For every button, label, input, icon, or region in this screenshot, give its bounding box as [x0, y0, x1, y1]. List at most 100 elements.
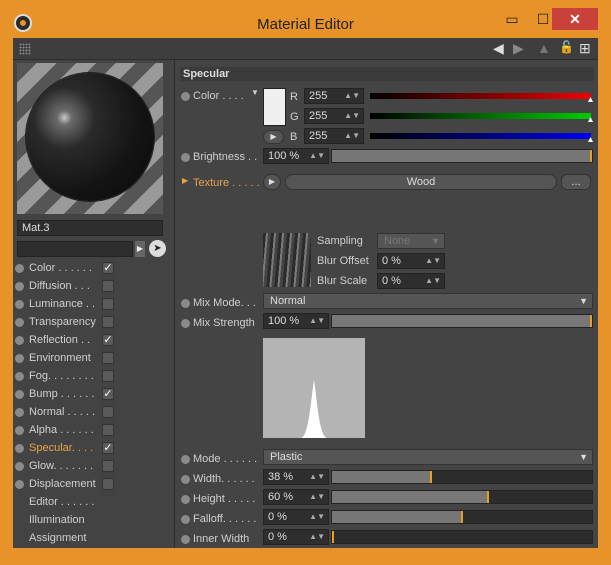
pin-icon[interactable]: ▲ [537, 40, 551, 56]
minimize-button[interactable]: ▭ [499, 8, 525, 30]
channel-checkbox[interactable]: ✓ [102, 442, 114, 454]
mode-dropdown[interactable]: Plastic ▼ [263, 449, 593, 465]
texture-more-button[interactable]: ... [561, 174, 591, 190]
channel-label: Glow. . . . . . . [29, 460, 94, 472]
material-link-field[interactable] [17, 241, 133, 257]
animate-dot-icon[interactable] [181, 455, 190, 464]
falloff-input[interactable]: 0 % ▲▼ [263, 509, 329, 525]
channel-label: Specular. . . . [29, 442, 94, 454]
color-label: Color . . . . [193, 90, 244, 102]
g-slider[interactable] [370, 113, 593, 122]
mode-value: Plastic [270, 451, 303, 463]
b-value: 255 [309, 130, 328, 142]
lock-icon[interactable]: 🔓 [559, 40, 574, 54]
animate-dot-icon[interactable] [181, 535, 190, 544]
channel-checkbox[interactable] [102, 370, 114, 382]
mix-mode-label: Mix Mode. . . [193, 297, 256, 309]
height-input[interactable]: 60 % ▲▼ [263, 489, 329, 505]
channel-checkbox[interactable]: ✓ [102, 262, 114, 274]
mix-strength-label: Mix Strength [193, 317, 255, 329]
channel-item[interactable]: Reflection . . ✓ [15, 332, 170, 350]
g-input[interactable]: 255 ▲▼ [304, 108, 364, 124]
channel-item[interactable]: Luminance . . [15, 296, 170, 314]
extra-item[interactable]: Editor . . . . . . [15, 494, 170, 512]
wood-texture-thumbnail[interactable] [263, 233, 311, 287]
channel-checkbox[interactable] [102, 406, 114, 418]
channel-item[interactable]: Diffusion . . . [15, 278, 170, 296]
brightness-input[interactable]: 100 % ▲▼ [263, 148, 329, 164]
height-slider[interactable] [331, 490, 593, 504]
inner-width-slider[interactable] [331, 530, 593, 544]
channel-item[interactable]: Bump . . . . . . ✓ [15, 386, 170, 404]
channel-dot-icon [15, 444, 24, 453]
animate-dot-icon[interactable] [181, 299, 190, 308]
b-input[interactable]: 255 ▲▼ [304, 128, 364, 144]
animate-dot-icon[interactable] [181, 515, 190, 524]
blur-scale-value: 0 % [382, 275, 401, 287]
channel-checkbox[interactable] [102, 280, 114, 292]
channel-checkbox[interactable] [102, 424, 114, 436]
r-input[interactable]: 255 ▲▼ [304, 88, 364, 104]
channel-checkbox[interactable] [102, 478, 114, 490]
animate-dot-icon[interactable] [181, 92, 190, 101]
extra-item[interactable]: Assignment [15, 530, 170, 548]
channel-checkbox[interactable] [102, 316, 114, 328]
blur-offset-input[interactable]: 0 % ▲▼ [377, 253, 445, 269]
title-bar[interactable]: Material Editor ▭ ☐ ✕ [0, 0, 611, 38]
channel-label: Transparency [29, 316, 96, 328]
new-window-icon[interactable]: ⊞ [579, 40, 591, 57]
channel-item[interactable]: Color . . . . . . ✓ [15, 260, 170, 278]
forward-arrow-icon[interactable]: ▶ [513, 40, 524, 57]
inner-width-input[interactable]: 0 % ▲▼ [263, 529, 329, 545]
channel-item[interactable]: Environment [15, 350, 170, 368]
channel-item[interactable]: Transparency [15, 314, 170, 332]
b-slider[interactable] [370, 133, 593, 142]
close-button[interactable]: ✕ [552, 8, 598, 30]
extra-item[interactable]: Illumination [15, 512, 170, 530]
grip-icon[interactable] [19, 43, 31, 55]
width-slider[interactable] [331, 470, 593, 484]
channel-checkbox[interactable]: ✓ [102, 388, 114, 400]
material-name-field[interactable]: Mat.3 [17, 220, 163, 236]
channel-item[interactable]: Normal . . . . . [15, 404, 170, 422]
falloff-slider[interactable] [331, 510, 593, 524]
channel-item[interactable]: Displacement [15, 476, 170, 494]
channel-dot-icon [15, 354, 24, 363]
channel-checkbox[interactable] [102, 298, 114, 310]
texture-menu-button[interactable]: ▶ [263, 174, 281, 190]
animate-dot-icon[interactable] [181, 319, 190, 328]
channel-item[interactable]: Alpha . . . . . . [15, 422, 170, 440]
r-slider[interactable] [370, 93, 593, 102]
channel-item[interactable]: Glow. . . . . . . [15, 458, 170, 476]
color-dropdown-icon[interactable]: ▼ [251, 88, 259, 97]
channel-checkbox[interactable] [102, 352, 114, 364]
material-editor-window: Material Editor ▭ ☐ ✕ ◀ ▶ ▲ 🔓 ⊞ Mat.3 ▶ … [0, 0, 611, 565]
animate-dot-icon[interactable] [181, 153, 190, 162]
r-value: 255 [309, 90, 328, 102]
expand-arrow-icon[interactable]: ▶ [182, 176, 188, 185]
color-swatch[interactable] [263, 88, 286, 126]
picker-icon[interactable]: ➤ [149, 240, 166, 257]
back-arrow-icon[interactable]: ◀ [493, 40, 504, 57]
channel-item[interactable]: Fog. . . . . . . . [15, 368, 170, 386]
texture-name-button[interactable]: Wood [285, 174, 557, 190]
width-input[interactable]: 38 % ▲▼ [263, 469, 329, 485]
g-label: G [290, 111, 299, 123]
color-mode-button[interactable]: ▶ [263, 130, 284, 144]
link-arrow-icon[interactable]: ▶ [135, 241, 145, 257]
material-preview[interactable] [17, 63, 163, 214]
animate-dot-icon[interactable] [181, 475, 190, 484]
texture-label: Texture . . . . . [193, 177, 260, 189]
mix-mode-dropdown[interactable]: Normal ▼ [263, 293, 593, 309]
sampling-dropdown[interactable]: None ▼ [377, 233, 445, 249]
channel-checkbox[interactable] [102, 460, 114, 472]
brightness-slider[interactable] [331, 149, 593, 163]
channel-checkbox[interactable]: ✓ [102, 334, 114, 346]
mix-strength-input[interactable]: 100 % ▲▼ [263, 313, 329, 329]
animate-dot-icon[interactable] [181, 495, 190, 504]
mix-strength-slider[interactable] [331, 314, 593, 328]
channel-label: Diffusion . . . [29, 280, 90, 292]
blur-scale-input[interactable]: 0 % ▲▼ [377, 273, 445, 289]
width-label: Width. . . . . . [193, 473, 255, 485]
channel-item[interactable]: Specular. . . . ✓ [15, 440, 170, 458]
